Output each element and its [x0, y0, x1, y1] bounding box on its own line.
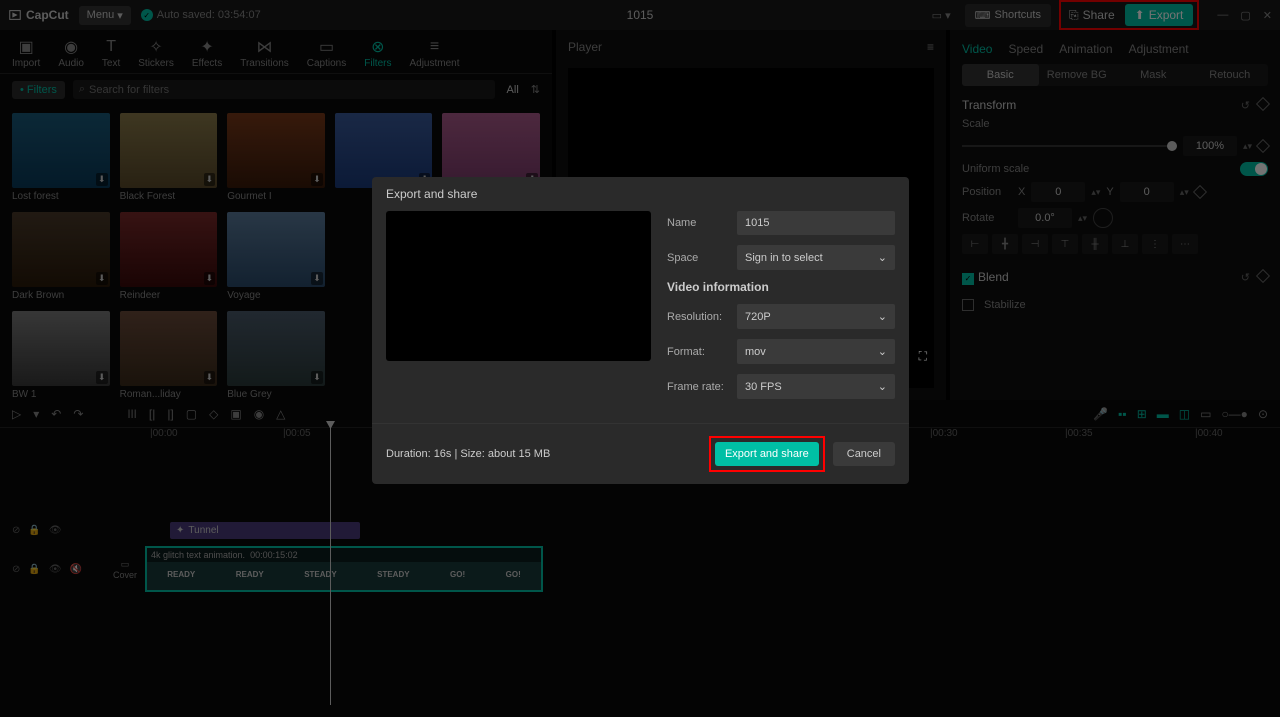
framerate-select[interactable]: 30 FPS⌄ — [737, 374, 895, 399]
export-preview — [386, 211, 651, 361]
format-select[interactable]: mov⌄ — [737, 339, 895, 364]
chevron-down-icon: ⌄ — [878, 251, 887, 264]
resolution-label: Resolution: — [667, 311, 737, 323]
chevron-down-icon: ⌄ — [878, 345, 887, 358]
space-label: Space — [667, 252, 737, 264]
export-and-share-button[interactable]: Export and share — [715, 442, 819, 466]
chevron-down-icon: ⌄ — [878, 310, 887, 323]
export-name-input[interactable] — [737, 211, 895, 235]
modal-title: Export and share — [372, 177, 909, 211]
cancel-button[interactable]: Cancel — [833, 442, 895, 466]
export-duration-info: Duration: 16s | Size: about 15 MB — [386, 448, 550, 460]
export-modal: Export and share Name SpaceSign in to se… — [372, 177, 909, 484]
space-select[interactable]: Sign in to select⌄ — [737, 245, 895, 270]
fullscreen-icon[interactable]: ⛶ — [919, 349, 927, 364]
name-label: Name — [667, 217, 737, 229]
format-label: Format: — [667, 346, 737, 358]
video-info-heading: Video information — [667, 280, 895, 294]
resolution-select[interactable]: 720P⌄ — [737, 304, 895, 329]
framerate-label: Frame rate: — [667, 381, 737, 393]
chevron-down-icon: ⌄ — [878, 380, 887, 393]
export-share-highlight: Export and share — [709, 436, 825, 472]
